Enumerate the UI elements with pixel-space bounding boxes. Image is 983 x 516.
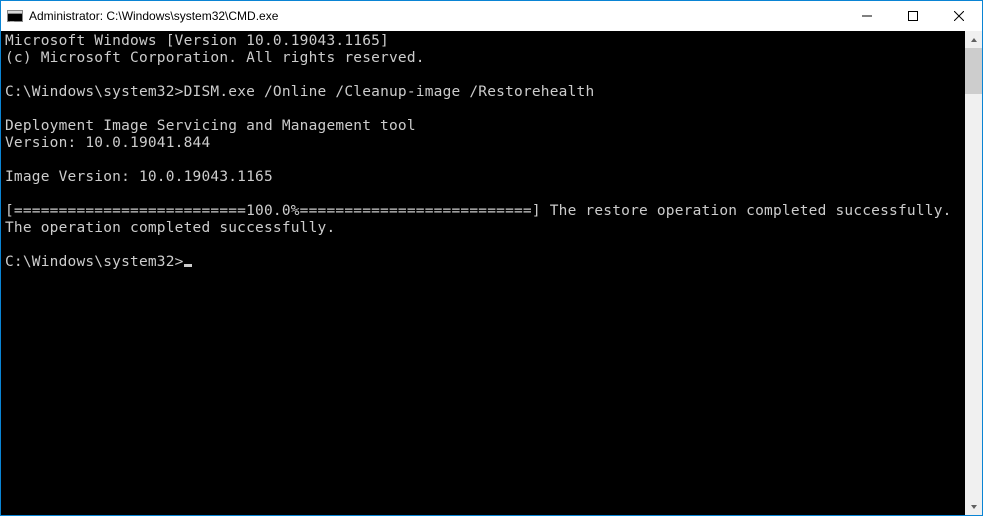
scroll-up-button[interactable]: [965, 31, 982, 48]
terminal-output[interactable]: Microsoft Windows [Version 10.0.19043.11…: [1, 31, 965, 515]
client-area: Microsoft Windows [Version 10.0.19043.11…: [1, 31, 982, 515]
completion-line: The operation completed successfully.: [5, 220, 335, 236]
maximize-button[interactable]: [890, 1, 936, 31]
titlebar[interactable]: _ Administrator: C:\Windows\system32\CMD…: [1, 1, 982, 31]
dism-version-line: Version: 10.0.19041.844: [5, 135, 210, 151]
copyright-line: (c) Microsoft Corporation. All rights re…: [5, 50, 425, 66]
minimize-button[interactable]: [844, 1, 890, 31]
image-version-line: Image Version: 10.0.19043.1165: [5, 169, 273, 185]
progress-bar-line: [==========================100.0%=======…: [5, 203, 952, 219]
dism-tool-line: Deployment Image Servicing and Managemen…: [5, 118, 416, 134]
window-title: Administrator: C:\Windows\system32\CMD.e…: [29, 9, 278, 23]
cmd-window: _ Administrator: C:\Windows\system32\CMD…: [0, 0, 983, 516]
close-button[interactable]: [936, 1, 982, 31]
vertical-scrollbar[interactable]: [965, 31, 982, 515]
window-controls: [844, 1, 982, 31]
prompt-path: C:\Windows\system32>: [5, 254, 184, 270]
cmd-app-icon: _: [7, 8, 23, 24]
scrollbar-track[interactable]: [965, 48, 982, 498]
os-version-line: Microsoft Windows [Version 10.0.19043.11…: [5, 33, 389, 49]
command-text: DISM.exe /Online /Cleanup-image /Restore…: [184, 84, 595, 100]
text-cursor: [184, 264, 192, 267]
scroll-down-button[interactable]: [965, 498, 982, 515]
prompt-path: C:\Windows\system32>: [5, 84, 184, 100]
scrollbar-thumb[interactable]: [965, 48, 982, 94]
